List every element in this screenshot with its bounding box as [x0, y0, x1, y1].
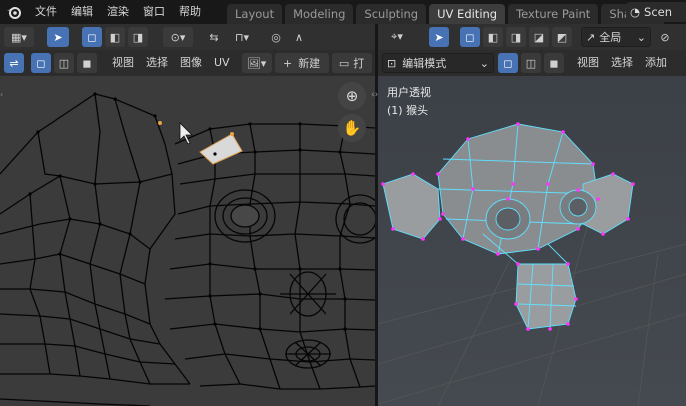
viewport-select-new-icon[interactable]: ◻: [460, 27, 480, 47]
falloff-icon[interactable]: ∧: [289, 27, 309, 47]
face-select-icon[interactable]: ◼: [77, 53, 97, 73]
editor-type-3d-icon[interactable]: ⌖▾: [382, 27, 412, 47]
new-image-button[interactable]: + 新建: [274, 53, 329, 73]
menu-render[interactable]: 渲染: [100, 0, 136, 24]
select-new-icon[interactable]: ◻: [82, 27, 102, 47]
scene-icon: ◔: [630, 5, 641, 19]
viewport-select-tool-icon[interactable]: ➤: [429, 27, 449, 47]
viewport-vertex-select-icon[interactable]: ◻: [498, 53, 518, 73]
sidebar-toggle-icon[interactable]: ‹: [0, 90, 6, 102]
zoom-icon[interactable]: ⊕: [338, 82, 366, 110]
viewport-face-select-icon[interactable]: ◼: [544, 53, 564, 73]
menu-image[interactable]: 图像: [174, 53, 208, 73]
3d-viewport[interactable]: ⌖▾ ➤ ◻ ◧ ◨ ◪ ◩ ↗ 全局 ⌄ ⊘ ⊡ 编辑模式 ⌄ ◻ ◫ ◼ 视…: [378, 24, 686, 406]
uv-editor[interactable]: ▦▾ ➤ ◻ ◧ ◨ ⊙▾ ⇆ ⊓▾ ◎ ∧ ⇌ ◻ ◫ ◼ 视图 选择 图像 …: [0, 24, 375, 406]
new-image-label: 新建: [298, 57, 321, 70]
active-object-label: (1) 猴头: [387, 104, 429, 117]
viewport-select-invert-icon[interactable]: ◪: [529, 27, 549, 47]
chevron-down-icon: ⌄: [479, 56, 489, 70]
select-tool-icon[interactable]: ➤: [47, 27, 69, 47]
uv-editor-header: ▦▾ ➤ ◻ ◧ ◨ ⊙▾ ⇆ ⊓▾ ◎ ∧: [0, 24, 375, 50]
tab-modeling[interactable]: Modeling: [285, 4, 354, 24]
editor-type-image-icon[interactable]: ▦▾: [4, 27, 34, 47]
pivot-point-icon[interactable]: ⊙▾: [163, 27, 193, 47]
select-extend-icon[interactable]: ◧: [105, 27, 125, 47]
uv-editor-menubar: ⇌ ◻ ◫ ◼ 视图 选择 图像 UV 🖼▾ + 新建 ▭ 打: [0, 50, 375, 76]
uv-sync-selection-icon[interactable]: ⇆: [204, 27, 224, 47]
transform-orientation-select[interactable]: ↗ 全局 ⌄: [581, 27, 651, 47]
menu-help[interactable]: 帮助: [172, 0, 208, 24]
proportional-editing-icon[interactable]: ◎: [266, 27, 286, 47]
uv-sticky-icon[interactable]: ⇌: [4, 53, 24, 73]
menu-edit[interactable]: 编辑: [64, 0, 100, 24]
snap-icon[interactable]: ⊓▾: [227, 27, 257, 47]
folder-icon: ▭: [338, 56, 350, 70]
blender-logo-icon[interactable]: [0, 0, 28, 24]
tab-layout[interactable]: Layout: [227, 4, 283, 24]
orientation-icon: ↗: [586, 30, 596, 44]
open-image-label: 打: [353, 57, 365, 70]
menu-uv[interactable]: UV: [208, 53, 236, 73]
vertex-select-icon[interactable]: ◻: [31, 53, 51, 73]
menu-file[interactable]: 文件: [28, 0, 64, 24]
viewport-menu-add[interactable]: 添加: [639, 53, 673, 73]
open-image-button[interactable]: ▭ 打: [331, 53, 372, 73]
viewport-header: ⌖▾ ➤ ◻ ◧ ◨ ◪ ◩ ↗ 全局 ⌄ ⊘: [378, 24, 686, 50]
uv-canvas[interactable]: [0, 24, 375, 406]
pan-hand-icon[interactable]: ✋: [338, 114, 366, 142]
menu-view[interactable]: 视图: [106, 53, 140, 73]
viewport-select-subtract-icon[interactable]: ◨: [506, 27, 526, 47]
orientation-label: 全局: [599, 31, 622, 44]
tab-sculpting[interactable]: Sculpting: [356, 4, 427, 24]
image-browse-icon[interactable]: 🖼▾: [241, 53, 272, 73]
viewport-menubar: ⊡ 编辑模式 ⌄ ◻ ◫ ◼ 视图 选择 添加: [378, 50, 686, 76]
top-bar: 文件 编辑 渲染 窗口 帮助 Layout Modeling Sculpting…: [0, 0, 686, 24]
viewport-select-intersect-icon[interactable]: ◩: [552, 27, 572, 47]
edge-select-icon[interactable]: ◫: [54, 53, 74, 73]
plus-icon: +: [282, 56, 293, 70]
edit-mode-icon: ⊡: [387, 56, 397, 70]
tab-texture-paint[interactable]: Texture Paint: [508, 4, 599, 24]
interaction-mode-select[interactable]: ⊡ 编辑模式 ⌄: [382, 53, 494, 73]
scene-label: Scen: [644, 5, 673, 19]
viewport-select-extend-icon[interactable]: ◧: [483, 27, 503, 47]
chevron-down-icon: ⌄: [636, 30, 646, 44]
viewport-edge-select-icon[interactable]: ◫: [521, 53, 541, 73]
view-perspective-label: 用户透视: [387, 86, 431, 99]
tab-uv-editing[interactable]: UV Editing: [429, 4, 506, 24]
select-subtract-icon[interactable]: ◨: [128, 27, 148, 47]
viewport-canvas[interactable]: [378, 24, 686, 406]
viewport-menu-select[interactable]: 选择: [605, 53, 639, 73]
viewport-menu-view[interactable]: 视图: [571, 53, 605, 73]
menu-select[interactable]: 选择: [140, 53, 174, 73]
interaction-mode-label: 编辑模式: [402, 57, 447, 70]
menu-window[interactable]: 窗口: [136, 0, 172, 24]
scene-selector[interactable]: ◔ Scen: [626, 2, 686, 22]
viewport-snap-icon[interactable]: ⊘: [655, 27, 675, 47]
